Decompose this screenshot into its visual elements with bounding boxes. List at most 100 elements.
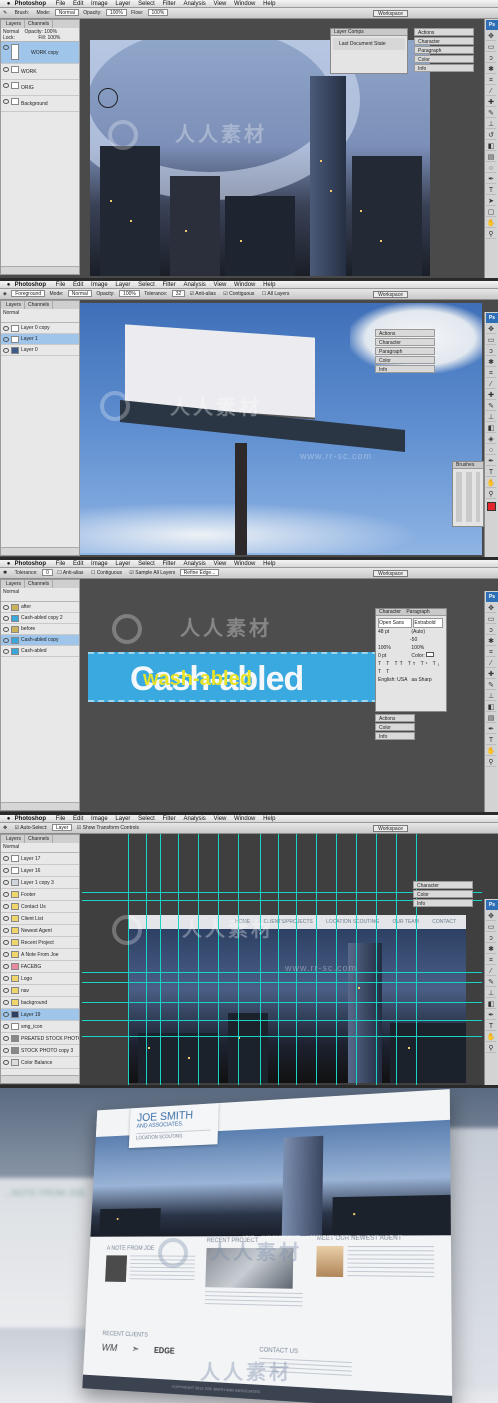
paint-bucket-icon[interactable]: ◈ <box>486 435 496 444</box>
eye-icon[interactable] <box>3 952 9 957</box>
eraser-tool-icon[interactable]: ◧ <box>486 1000 496 1009</box>
wand-tool-icon[interactable]: ✱ <box>486 637 496 646</box>
stamp-tool-icon[interactable]: ⊥ <box>486 989 496 998</box>
menu-file[interactable]: File <box>56 815 66 823</box>
menu-image[interactable]: Image <box>91 0 108 8</box>
crop-tool-icon[interactable]: ⌗ <box>486 956 496 965</box>
contiguous-checkbox[interactable]: ☐ Contiguous <box>91 568 122 579</box>
brush-tool-icon[interactable]: ✎ <box>3 8 7 19</box>
layer-row[interactable]: Footer <box>1 889 79 901</box>
crop-tool-icon[interactable]: ⌗ <box>486 76 496 85</box>
wand-tool-icon[interactable]: ✱ <box>486 358 496 367</box>
zoom-tool-icon[interactable]: ⚲ <box>486 758 496 767</box>
eye-icon[interactable] <box>3 627 9 632</box>
layer-row[interactable]: Cash-abled copy <box>1 635 79 646</box>
eyedropper-tool-icon[interactable]: ⁄ <box>486 659 496 668</box>
eye-icon[interactable] <box>3 616 9 621</box>
menu-select[interactable]: Select <box>138 815 155 823</box>
eye-icon[interactable] <box>3 67 9 72</box>
menu-window[interactable]: Window <box>234 560 255 568</box>
font-style-select[interactable]: Extrabold <box>413 618 444 628</box>
menu-view[interactable]: View <box>213 281 226 289</box>
layer-row[interactable]: Logo <box>1 973 79 985</box>
contiguous-checkbox[interactable]: ☑ Contiguous <box>223 289 254 300</box>
nav-location-scouting[interactable]: LOCATION SCOUTING <box>307 1234 351 1239</box>
layer-row[interactable]: Layer 16 <box>1 865 79 877</box>
tab-actions[interactable]: Actions <box>375 329 435 337</box>
layer-row[interactable]: Layer 19 <box>1 1009 79 1021</box>
eye-icon[interactable] <box>3 988 9 993</box>
workspace-button[interactable]: Workspace <box>373 570 408 577</box>
tab-channels[interactable]: Channels <box>25 580 54 588</box>
layer-row[interactable]: nav <box>1 985 79 997</box>
layer-row[interactable]: Layer 0 copy <box>1 323 79 334</box>
layer-row[interactable]: Contact Us <box>1 901 79 913</box>
menu-app[interactable]: Photoshop <box>15 1 46 7</box>
workspace-button[interactable]: Workspace <box>373 10 408 17</box>
canvas-city-photo[interactable] <box>90 40 430 276</box>
fill-source-select[interactable]: Foreground <box>11 290 46 298</box>
pen-tool-icon[interactable]: ✒ <box>486 457 496 466</box>
tolerance-field[interactable]: 32 <box>171 290 186 298</box>
eye-icon[interactable] <box>3 337 9 342</box>
menu-filter[interactable]: Filter <box>162 560 175 568</box>
menu-analysis[interactable]: Analysis <box>183 0 205 8</box>
opacity-field[interactable]: 100% <box>105 9 127 17</box>
eyedropper-tool-icon[interactable]: ⁄ <box>486 87 496 96</box>
anti-alias-checkbox[interactable]: ☑ Anti-alias <box>190 289 216 300</box>
dodge-tool-icon[interactable]: ○ <box>486 446 496 455</box>
transform-controls-checkbox[interactable]: ☑ Show Transform Controls <box>77 823 139 834</box>
tab-character[interactable]: Character <box>414 37 474 45</box>
faux-style-icons[interactable]: T T TT Tт T¹ T₁ T T <box>378 661 441 675</box>
mode-select[interactable]: Normal <box>54 9 79 17</box>
eraser-tool-icon[interactable]: ◧ <box>486 142 496 151</box>
text-banner[interactable]: Cash-abled wash-abled <box>88 652 388 702</box>
font-family-select[interactable]: Open Sans <box>378 618 412 628</box>
tab-paragraph[interactable]: Paragraph <box>414 46 474 54</box>
menu-help[interactable]: Help <box>263 0 275 8</box>
eye-icon[interactable] <box>3 856 9 861</box>
type-tool-icon[interactable]: T <box>486 736 496 745</box>
menu-view[interactable]: View <box>213 0 226 8</box>
menu-image[interactable]: Image <box>91 281 108 289</box>
menu-filter[interactable]: Filter <box>162 0 175 8</box>
tab-character[interactable]: Character <box>413 881 473 889</box>
foreground-color-swatch[interactable] <box>487 502 496 511</box>
tab-info[interactable]: Info <box>413 899 473 907</box>
eye-icon[interactable] <box>3 99 9 104</box>
pen-tool-icon[interactable]: ✒ <box>486 175 496 184</box>
shape-tool-icon[interactable]: ▢ <box>486 208 496 217</box>
zoom-tool-icon[interactable]: ⚲ <box>486 230 496 239</box>
flow-field[interactable]: 100% <box>147 9 169 17</box>
path-select-icon[interactable]: ➤ <box>486 197 496 206</box>
tab-actions[interactable]: Actions <box>375 714 415 722</box>
blend-mode-select[interactable]: Normal <box>3 844 19 850</box>
nav-contact[interactable]: CONTACT <box>432 919 456 925</box>
menu-app[interactable]: Photoshop <box>15 816 46 822</box>
eye-icon[interactable] <box>3 880 9 885</box>
menu-image[interactable]: Image <box>91 815 108 823</box>
heal-tool-icon[interactable]: ✚ <box>486 98 496 107</box>
layer-row[interactable]: STOCK PHOTO copy 3 <box>1 1045 79 1057</box>
tab-layers[interactable]: Layers <box>3 20 26 28</box>
eye-icon[interactable] <box>3 1048 9 1053</box>
tab-character[interactable]: Character <box>379 609 401 615</box>
layer-row[interactable]: Layer 0 <box>1 345 79 356</box>
tab-layers[interactable]: Layers <box>3 301 26 309</box>
menu-file[interactable]: File <box>56 281 66 289</box>
text-color-swatch[interactable] <box>426 652 435 657</box>
type-tool-icon[interactable]: T <box>486 1022 496 1031</box>
layer-row[interactable]: PREATED STOCK PHOTO <box>1 1033 79 1045</box>
eye-icon[interactable] <box>3 605 9 610</box>
tab-color[interactable]: Color <box>414 55 474 63</box>
eye-icon[interactable] <box>3 1036 9 1041</box>
auto-select-checkbox[interactable]: ☑ Auto-Select: <box>15 823 48 834</box>
menu-app[interactable]: Photoshop <box>15 561 46 567</box>
tracking-field[interactable]: -50 <box>410 636 442 644</box>
tab-color[interactable]: Color <box>413 890 473 898</box>
menu-filter[interactable]: Filter <box>162 815 175 823</box>
eyedropper-tool-icon[interactable]: ⁄ <box>486 380 496 389</box>
apple-menu-icon[interactable]: ● <box>4 815 13 823</box>
heal-tool-icon[interactable]: ✚ <box>486 670 496 679</box>
hand-tool-icon[interactable]: ✋ <box>486 1033 496 1042</box>
